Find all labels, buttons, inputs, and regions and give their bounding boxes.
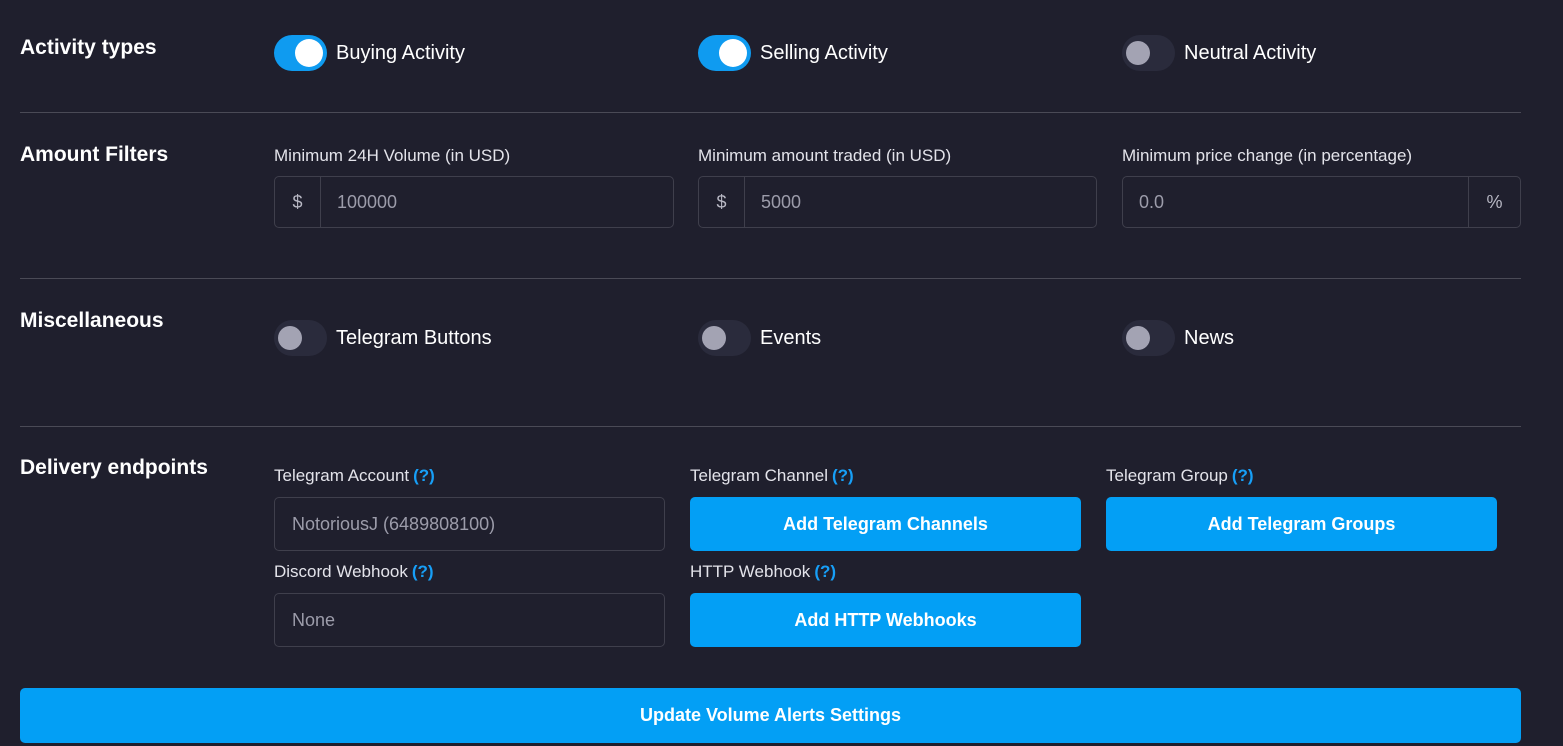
toggle-telegram-buttons[interactable]: Telegram Buttons — [274, 320, 492, 356]
switch-knob — [295, 39, 323, 67]
label-min-price-change: Minimum price change (in percentage) — [1122, 146, 1413, 165]
switch-knob — [1126, 41, 1150, 65]
min-price-change-group: % — [1122, 176, 1521, 228]
add-http-webhooks-button[interactable]: Add HTTP Webhooks — [690, 593, 1081, 647]
switch-knob — [702, 326, 726, 350]
telegram-account-input[interactable] — [274, 497, 665, 551]
help-link-discord-webhook[interactable]: (?) — [412, 562, 434, 581]
min-amount-traded-group: $ — [698, 176, 1097, 228]
toggle-neutral-activity[interactable]: Neutral Activity — [1122, 35, 1316, 71]
section-divider — [20, 112, 1521, 113]
min-amount-traded-input[interactable] — [745, 177, 1096, 227]
selling-activity-switch[interactable] — [698, 35, 751, 71]
toggle-label-neutral-activity: Neutral Activity — [1184, 41, 1317, 64]
label-telegram-account: Telegram Account (?) — [274, 466, 435, 486]
update-volume-alerts-settings-button[interactable]: Update Volume Alerts Settings — [20, 688, 1521, 743]
switch-knob — [1126, 326, 1150, 350]
http-webhook-label-text: HTTP Webhook — [690, 562, 811, 581]
toggle-label-buying-activity: Buying Activity — [336, 41, 465, 64]
toggle-label-news: News — [1184, 326, 1235, 349]
toggle-buying-activity[interactable]: Buying Activity — [274, 35, 465, 71]
help-link-telegram-group[interactable]: (?) — [1232, 466, 1254, 485]
label-http-webhook: HTTP Webhook (?) — [690, 562, 836, 582]
telegram-channel-label-text: Telegram Channel — [690, 466, 828, 485]
help-link-telegram-channel[interactable]: (?) — [832, 466, 854, 485]
volume-alerts-settings-page: Activity types Buying Activity Selling A… — [0, 0, 1563, 746]
section-title-miscellaneous: Miscellaneous — [20, 309, 164, 332]
label-min-24h-volume: Minimum 24H Volume (in USD) — [274, 146, 511, 165]
help-link-telegram-account[interactable]: (?) — [413, 466, 435, 485]
events-switch[interactable] — [698, 320, 751, 356]
min-24h-volume-input[interactable] — [321, 177, 673, 227]
help-link-http-webhook[interactable]: (?) — [814, 562, 836, 581]
discord-webhook-label-text: Discord Webhook — [274, 562, 408, 581]
min-price-change-input[interactable] — [1123, 177, 1468, 227]
telegram-buttons-switch[interactable] — [274, 320, 327, 356]
dollar-prefix: $ — [275, 177, 321, 227]
label-telegram-group: Telegram Group (?) — [1106, 466, 1254, 486]
add-telegram-channels-button[interactable]: Add Telegram Channels — [690, 497, 1081, 551]
toggle-label-telegram-buttons: Telegram Buttons — [336, 326, 492, 349]
toggle-label-selling-activity: Selling Activity — [760, 41, 888, 64]
discord-webhook-input[interactable] — [274, 593, 665, 647]
add-telegram-groups-button[interactable]: Add Telegram Groups — [1106, 497, 1497, 551]
buying-activity-switch[interactable] — [274, 35, 327, 71]
toggle-news[interactable]: News — [1122, 320, 1234, 356]
label-discord-webhook: Discord Webhook (?) — [274, 562, 434, 582]
label-telegram-channel: Telegram Channel (?) — [690, 466, 854, 486]
neutral-activity-switch[interactable] — [1122, 35, 1175, 71]
section-title-amount-filters: Amount Filters — [20, 143, 169, 166]
section-divider — [20, 278, 1521, 279]
section-divider — [20, 426, 1521, 427]
dollar-prefix: $ — [699, 177, 745, 227]
section-title-activity-types: Activity types — [20, 36, 157, 59]
news-switch[interactable] — [1122, 320, 1175, 356]
section-title-delivery-endpoints: Delivery endpoints — [20, 456, 208, 479]
toggle-label-events: Events — [760, 326, 822, 349]
switch-knob — [719, 39, 747, 67]
label-min-amount-traded: Minimum amount traded (in USD) — [698, 146, 952, 165]
toggle-selling-activity[interactable]: Selling Activity — [698, 35, 888, 71]
switch-knob — [278, 326, 302, 350]
min-24h-volume-group: $ — [274, 176, 674, 228]
telegram-account-label-text: Telegram Account — [274, 466, 410, 485]
telegram-group-label-text: Telegram Group — [1106, 466, 1228, 485]
percent-suffix: % — [1468, 177, 1520, 227]
toggle-events[interactable]: Events — [698, 320, 821, 356]
